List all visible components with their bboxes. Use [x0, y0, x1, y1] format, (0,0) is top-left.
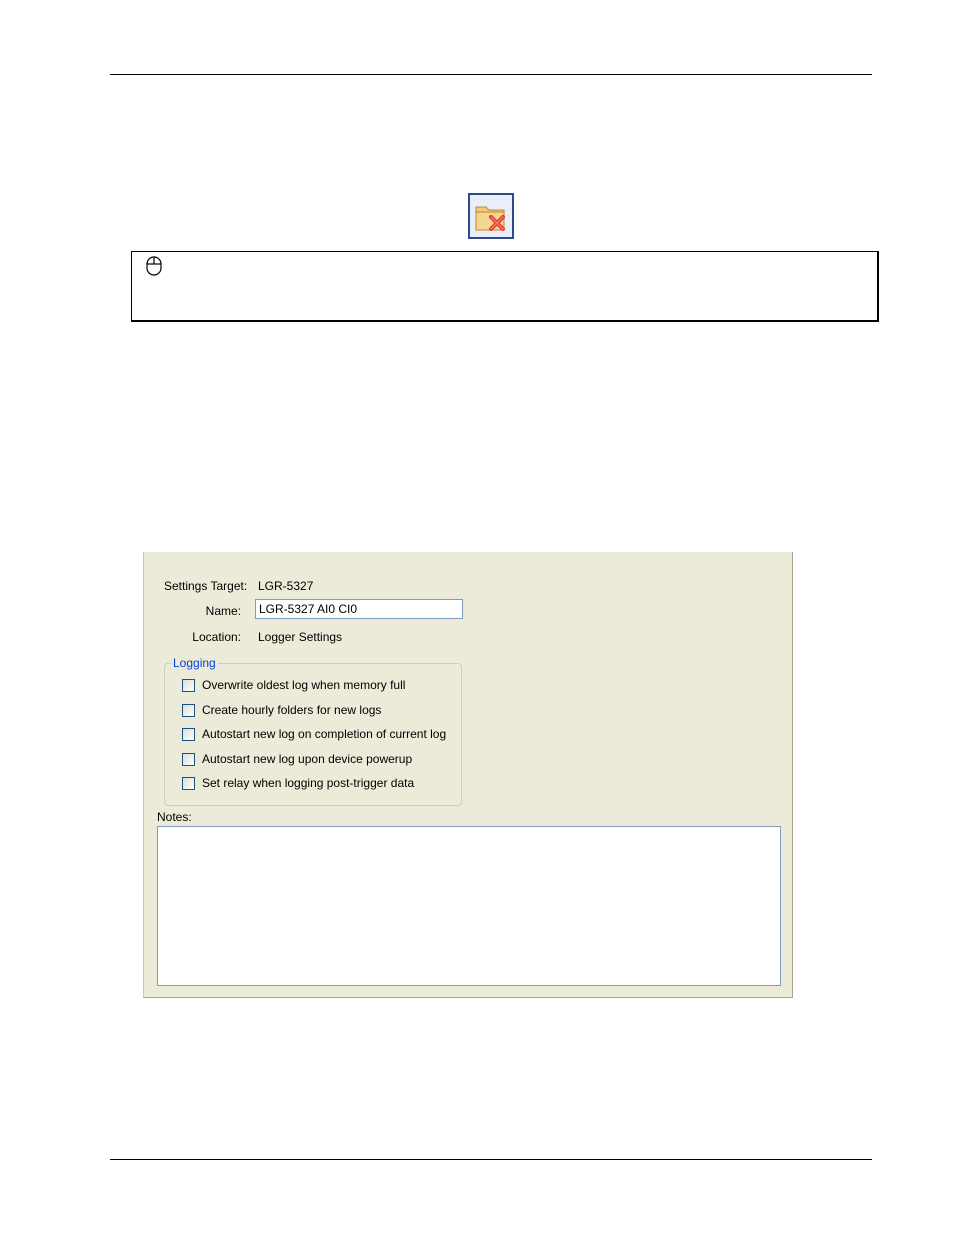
footer-rule	[110, 1159, 872, 1160]
location-value: Logger Settings	[258, 630, 343, 644]
logger-settings-panel: Settings Target: LGR-5327 Name: Location…	[143, 552, 793, 998]
mouse-icon	[146, 256, 162, 281]
tip-box	[131, 251, 879, 322]
checkbox-label: Overwrite oldest log when memory full	[202, 678, 406, 692]
logging-group: Logging Overwrite oldest log when memory…	[164, 657, 462, 806]
folder-delete-icon[interactable]	[468, 193, 514, 239]
checkbox-label: Autostart new log on completion of curre…	[202, 727, 447, 741]
set-relay-checkbox[interactable]: Set relay when logging post-trigger data	[182, 775, 414, 791]
notes-label: Notes:	[157, 810, 192, 824]
checkbox-box[interactable]	[182, 703, 195, 717]
hourly-folders-checkbox[interactable]: Create hourly folders for new logs	[182, 702, 381, 718]
name-label: Name:	[205, 604, 241, 618]
overwrite-oldest-log-checkbox[interactable]: Overwrite oldest log when memory full	[182, 677, 405, 693]
location-label: Location:	[192, 630, 241, 644]
checkbox-label: Set relay when logging post-trigger data	[202, 776, 415, 790]
checkbox-box[interactable]	[182, 678, 195, 692]
checkbox-box[interactable]	[182, 727, 195, 741]
notes-textarea[interactable]	[157, 826, 781, 986]
header-rule	[110, 74, 872, 75]
checkbox-label: Autostart new log upon device powerup	[202, 752, 413, 766]
name-input[interactable]	[255, 599, 463, 619]
logging-group-title: Logging	[171, 656, 218, 670]
checkbox-label: Create hourly folders for new logs	[202, 703, 382, 717]
settings-target-label: Settings Target:	[164, 579, 248, 593]
checkbox-box[interactable]	[182, 752, 195, 766]
settings-target-value: LGR-5327	[258, 579, 314, 593]
autostart-on-powerup-checkbox[interactable]: Autostart new log upon device powerup	[182, 751, 412, 767]
autostart-on-completion-checkbox[interactable]: Autostart new log on completion of curre…	[182, 726, 446, 742]
checkbox-box[interactable]	[182, 776, 195, 790]
